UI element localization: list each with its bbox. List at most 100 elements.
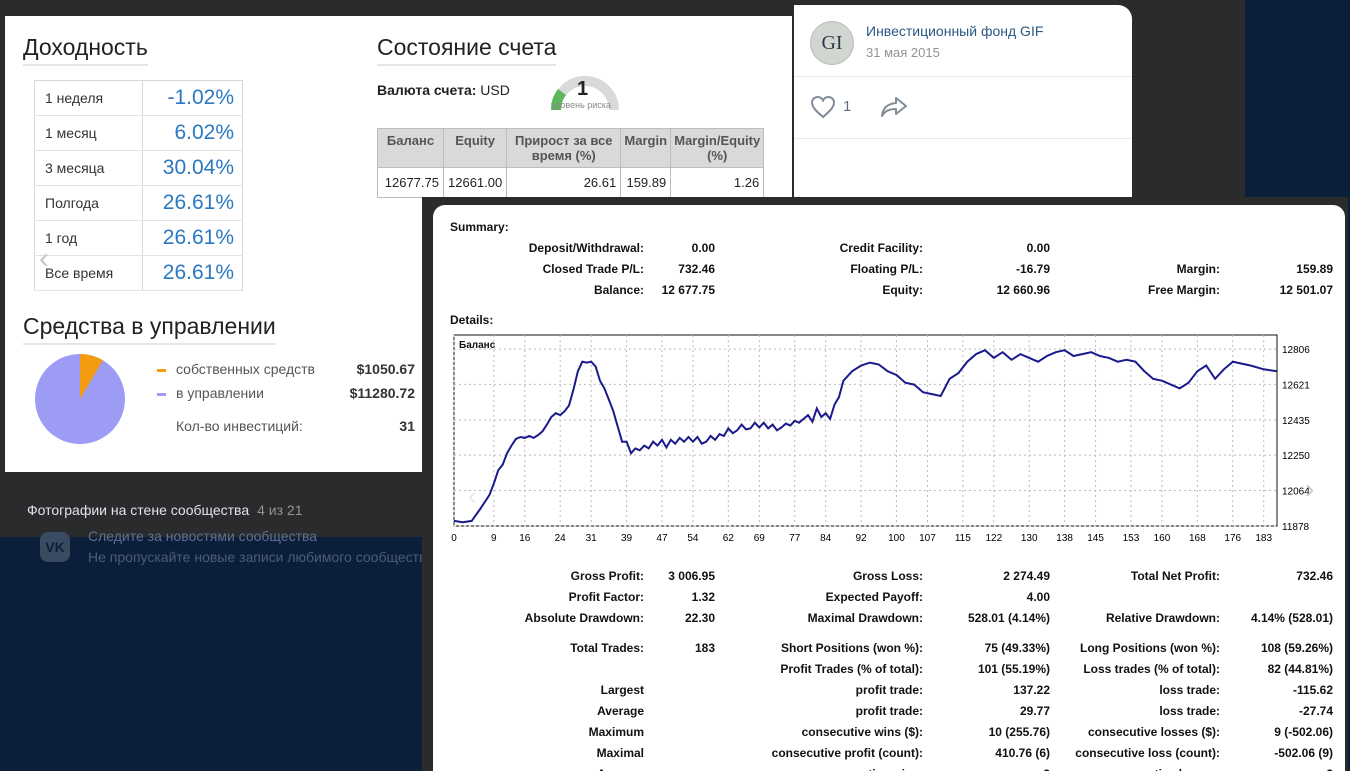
- closed-pl-value: 732.46: [678, 262, 715, 276]
- chart-series-label: Баланс: [459, 340, 496, 351]
- max-wins-label: consecutive wins ($):: [801, 725, 923, 739]
- next-photo-icon[interactable]: ›: [1305, 473, 1314, 505]
- largest-profit-value: 137.22: [1013, 683, 1050, 697]
- community-avatar[interactable]: GI: [810, 21, 854, 65]
- avg-cons-wins-value: 3: [1043, 767, 1050, 771]
- photo-caption: Фотографии на стене сообщества 4 из 21: [27, 502, 303, 518]
- average-label: Average: [597, 704, 644, 718]
- floating-pl-label: Floating P/L:: [850, 262, 923, 276]
- account-value-cell: 159.89: [620, 167, 672, 198]
- post-date[interactable]: 31 мая 2015: [866, 45, 940, 60]
- details-heading: Details:: [450, 313, 494, 327]
- previous-photo-icon-2[interactable]: ‹: [468, 483, 476, 511]
- credit-label: Credit Facility:: [839, 241, 923, 255]
- chart-x-tick: 176: [1224, 533, 1241, 544]
- returns-row: 1 год 26.61%: [34, 220, 243, 256]
- short-label: Short Positions (won %):: [781, 641, 923, 655]
- chart-x-tick: 122: [985, 533, 1002, 544]
- abs-dd-label: Absolute Drawdown:: [524, 611, 644, 625]
- photo-caption-text[interactable]: Фотографии на стене сообщества: [27, 502, 249, 518]
- chart-y-tick: 12621: [1282, 380, 1310, 391]
- margin-value: 159.89: [1296, 262, 1333, 276]
- photo-counter: 4 из 21: [257, 502, 303, 518]
- chart-x-tick: 47: [656, 533, 668, 544]
- returns-title: Доходность: [23, 34, 148, 66]
- chart-y-tick: 11878: [1282, 522, 1310, 533]
- average2-label: Average: [597, 767, 644, 771]
- photo-report[interactable]: Summary: Deposit/Withdrawal: 0.00 Credit…: [422, 197, 1348, 771]
- max-dd-value: 528.01 (4.14%): [967, 611, 1050, 625]
- balance-value: 12 677.75: [661, 283, 715, 297]
- returns-value: 6.02%: [142, 115, 243, 151]
- maximal-profit-value: 410.76 (6): [995, 746, 1050, 760]
- balance-label: Balance:: [593, 283, 644, 297]
- chart-x-tick: 9: [491, 533, 497, 544]
- net-profit-label: Total Net Profit:: [1130, 569, 1220, 583]
- returns-row: 1 месяц 6.02%: [34, 115, 243, 151]
- chart-x-tick: 77: [789, 533, 801, 544]
- managed-title: Средства в управлении: [23, 313, 276, 345]
- account-header-cell: Margin: [620, 128, 672, 168]
- like-count: 1: [843, 98, 852, 115]
- post-card: GI Инвестиционный фонд GIF 31 мая 2015 1: [794, 5, 1132, 199]
- account-value-cell: 12661.00: [442, 167, 508, 198]
- largest-profit-label: profit trade:: [855, 683, 923, 697]
- chart-x-tick: 153: [1123, 533, 1140, 544]
- legend-managed-value: $11280.72: [349, 385, 415, 401]
- chart-x-tick: 39: [621, 533, 633, 544]
- credit-value: 0.00: [1026, 241, 1050, 255]
- account-header-cell: Equity: [442, 128, 508, 168]
- balance-line-chart: Баланс 0 9 16 24 31 39 47 54 62 69 77 84 92 100 107 115…: [451, 334, 1310, 544]
- loss-trades-label: Loss trades (% of total):: [1083, 662, 1220, 676]
- closed-pl-label: Closed Trade P/L:: [542, 262, 644, 276]
- max-losses-value: 9 (-502.06): [1274, 725, 1333, 739]
- chart-x-tick: 130: [1021, 533, 1038, 544]
- share-icon[interactable]: [880, 96, 908, 118]
- previous-photo-icon[interactable]: ‹: [39, 242, 49, 276]
- returns-period: Полгода: [34, 185, 143, 221]
- post-author[interactable]: Инвестиционный фонд GIF: [866, 23, 1043, 39]
- maximal-loss-label: consecutive loss (count):: [1075, 746, 1220, 760]
- account-value-cell: 26.61: [506, 167, 622, 198]
- average-loss-value: -27.74: [1298, 704, 1333, 718]
- returns-value: -1.02%: [142, 80, 243, 116]
- legend-managed: в управлении: [157, 385, 264, 401]
- notification-title[interactable]: Следите за новостями сообщества: [88, 528, 317, 544]
- avg-cons-losses-value: 2: [1326, 767, 1333, 771]
- returns-row: 1 неделя -1.02%: [34, 80, 243, 116]
- legend-managed-label: в управлении: [176, 385, 264, 401]
- avg-cons-losses-label: consecutive losses:: [1106, 767, 1220, 771]
- rel-dd-label: Relative Drawdown:: [1105, 611, 1220, 625]
- returns-period: Все время: [34, 255, 143, 291]
- net-profit-value: 732.46: [1296, 569, 1333, 583]
- post-divider: [794, 76, 1132, 77]
- returns-value: 26.61%: [142, 185, 243, 221]
- chart-y-tick: 12806: [1282, 345, 1310, 356]
- trading-report: Summary: Deposit/Withdrawal: 0.00 Credit…: [433, 205, 1345, 771]
- returns-period: 1 неделя: [34, 80, 143, 116]
- profit-trades-value: 101 (55.19%): [977, 662, 1050, 676]
- average-profit-label: profit trade:: [855, 704, 923, 718]
- deposit-value: 0.00: [691, 241, 715, 255]
- investments-count-value: 31: [399, 418, 415, 434]
- profit-factor-label: Profit Factor:: [568, 590, 644, 604]
- chart-x-tick: 183: [1255, 533, 1272, 544]
- deposit-label: Deposit/Withdrawal:: [528, 241, 644, 255]
- account-header-cell: Margin/Equity (%): [670, 128, 765, 168]
- chart-x-tick: 69: [754, 533, 766, 544]
- account-header-cell: Прирост за все время (%): [506, 128, 622, 168]
- gross-profit-value: 3 006.95: [668, 569, 715, 583]
- profit-trades-label: Profit Trades (% of total):: [780, 662, 923, 676]
- chart-x-tick: 24: [555, 533, 567, 544]
- short-value: 75 (49.33%): [984, 641, 1050, 655]
- account-currency: Валюта счета: USD: [377, 82, 510, 98]
- notification-subtitle: Не пропускайте новые записи любимого соо…: [88, 549, 435, 565]
- like-icon[interactable]: [810, 95, 836, 119]
- legend-own-value: $1050.67: [356, 361, 415, 377]
- total-trades-label: Total Trades:: [570, 641, 644, 655]
- account-value-cell: 12677.75: [377, 167, 444, 198]
- chart-x-tick: 168: [1189, 533, 1206, 544]
- free-margin-value: 12 501.07: [1279, 283, 1333, 297]
- account-table: Баланс Equity Прирост за все время (%) Marg…: [377, 128, 765, 198]
- long-label: Long Positions (won %):: [1080, 641, 1220, 655]
